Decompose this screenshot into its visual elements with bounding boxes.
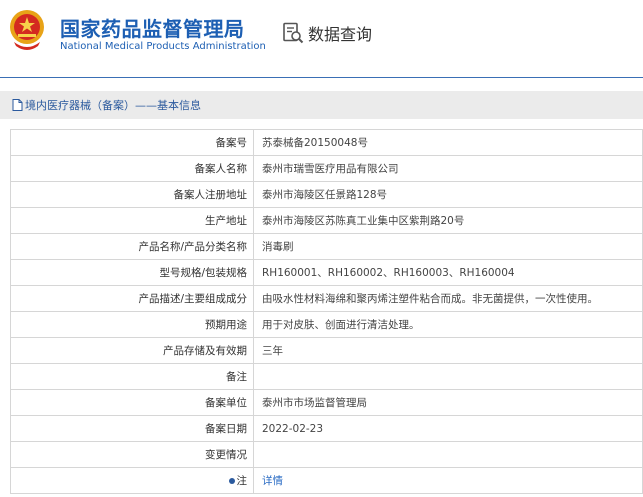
field-label: 产品名称/产品分类名称 [10,233,254,260]
field-value: 用于对皮肤、创面进行清洁处理。 [253,311,643,338]
site-header: 国家药品监督管理局 National Medical Products Admi… [0,0,643,78]
field-value: RH160001、RH160002、RH160003、RH160004 [253,259,643,286]
field-value: 由吸水性材料海绵和聚丙烯注塑件粘合而成。非无菌提供，一次性使用。 [253,285,643,312]
table-row: 备案人名称 泰州市瑞雪医疗用品有限公司 [10,155,643,182]
national-emblem-logo [10,10,44,50]
table-row: 预期用途 用于对皮肤、创面进行清洁处理。 [10,311,643,338]
note-label-cell: 注 [10,467,254,494]
field-label: 生产地址 [10,207,254,234]
page-title: 数据查询 [308,25,373,44]
table-row: 备案日期 2022-02-23 [10,415,643,442]
bullet-icon [228,478,235,484]
field-value: 泰州市海陵区任景路128号 [253,181,643,208]
document-search-icon [283,22,304,44]
note-row: 注 详情 [10,467,643,494]
field-label: 变更情况 [10,441,254,468]
site-logo-english[interactable]: National Medical Products Administration [60,41,266,52]
field-value: 三年 [253,337,643,364]
field-label: 备注 [10,363,254,390]
note-value-cell: 详情 [253,467,643,494]
field-value: 消毒刷 [253,233,643,260]
field-label: 备案日期 [10,415,254,442]
table-row: 产品名称/产品分类名称 消毒刷 [10,233,643,260]
field-value [253,363,643,390]
field-label: 型号规格/包装规格 [10,259,254,286]
table-row: 生产地址 泰州市海陵区苏陈真工业集中区紫荆路20号 [10,207,643,234]
field-label: 预期用途 [10,311,254,338]
field-value: 泰州市市场监督管理局 [253,389,643,416]
details-link[interactable]: 详情 [262,475,283,487]
table-row: 备案号 苏泰械备20150048号 [10,129,643,156]
table-row: 变更情况 [10,441,643,468]
breadcrumb: 境内医疗器械（备案）——基本信息 [25,99,201,112]
field-label: 备案人注册地址 [10,181,254,208]
table-row: 产品描述/主要组成成分 由吸水性材料海绵和聚丙烯注塑件粘合而成。非无菌提供，一次性… [10,285,643,312]
table-row: 型号规格/包装规格 RH160001、RH160002、RH160003、RH16… [10,259,643,286]
site-logo-chinese[interactable]: 国家药品监督管理局 [60,13,245,42]
field-value: 苏泰械备20150048号 [253,129,643,156]
table-row: 备注 [10,363,643,390]
field-label: 产品存储及有效期 [10,337,254,364]
field-value: 泰州市海陵区苏陈真工业集中区紫荆路20号 [253,207,643,234]
field-label: 产品描述/主要组成成分 [10,285,254,312]
record-detail-table: 备案号 苏泰械备20150048号 备案人名称 泰州市瑞雪医疗用品有限公司 备案人注… [10,129,643,494]
table-row: 备案单位 泰州市市场监督管理局 [10,389,643,416]
field-label: 备案单位 [10,389,254,416]
table-row: 产品存储及有效期 三年 [10,337,643,364]
field-label: 备案人名称 [10,155,254,182]
field-value: 2022-02-23 [253,415,643,442]
field-value: 泰州市瑞雪医疗用品有限公司 [253,155,643,182]
table-row: 备案人注册地址 泰州市海陵区任景路128号 [10,181,643,208]
note-label: 注 [236,475,248,487]
document-icon [12,99,23,111]
field-value [253,441,643,468]
field-label: 备案号 [10,129,254,156]
